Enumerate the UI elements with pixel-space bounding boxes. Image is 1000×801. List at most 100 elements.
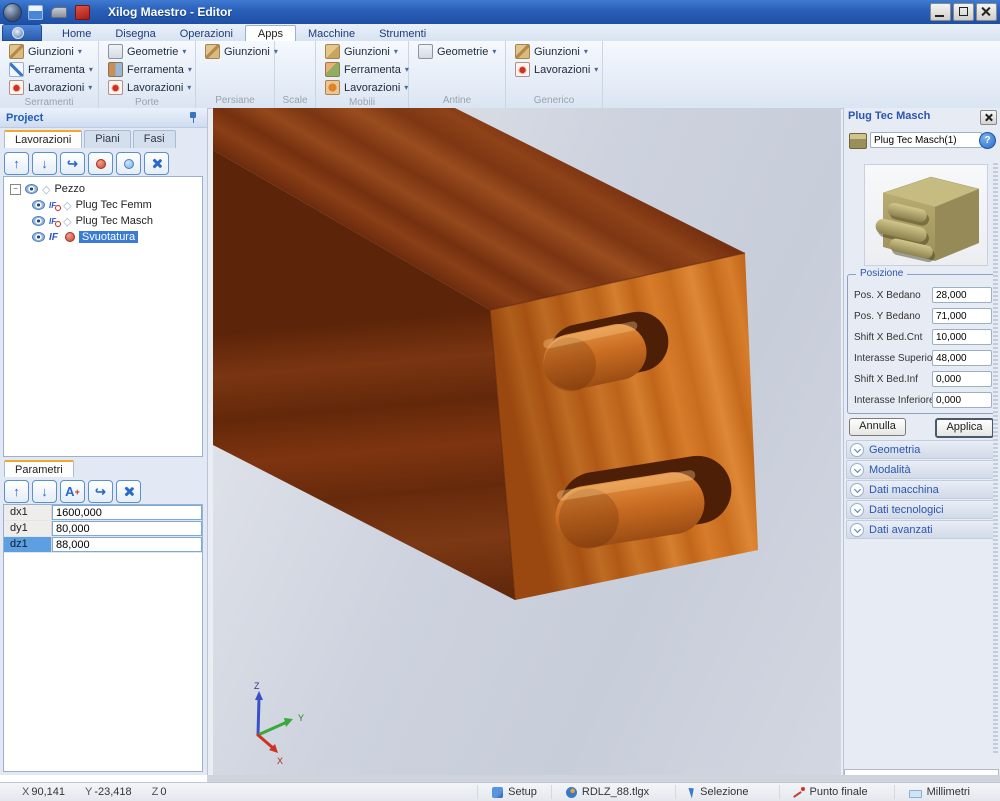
- tree-item-plug-tec-masch[interactable]: IF ◇ Plug Tec Masch: [4, 213, 202, 229]
- tab-operazioni[interactable]: Operazioni: [168, 26, 245, 41]
- geometrie-icon: [108, 44, 123, 59]
- undo-icon[interactable]: [51, 7, 67, 18]
- param-name[interactable]: dy1: [4, 521, 52, 536]
- operation-name-input[interactable]: [870, 132, 982, 148]
- tree-label: Plug Tec Masch: [76, 215, 153, 227]
- export-button[interactable]: ↪: [60, 152, 85, 175]
- close-button[interactable]: [976, 3, 997, 21]
- tab-fasi[interactable]: Fasi: [133, 130, 176, 148]
- field-label: Pos. Y Bedano: [854, 311, 920, 322]
- document-icon[interactable]: [75, 5, 90, 20]
- workpiece-3d-beam[interactable]: Z Y X: [213, 108, 841, 775]
- save-icon[interactable]: [28, 5, 43, 20]
- serramenti-lavorazioni-button[interactable]: Lavorazioni▾: [6, 79, 92, 96]
- mobili-giunzioni-button[interactable]: Giunzioni▾: [322, 43, 402, 60]
- section-dati-macchina[interactable]: Dati macchina: [846, 480, 998, 499]
- ribbon-group-mobili: Giunzioni▾ Ferramenta▾ Lavorazioni▾ Mobi…: [316, 41, 409, 108]
- param-delete-button[interactable]: [116, 480, 141, 503]
- param-row[interactable]: dx1: [4, 505, 202, 521]
- param-down-button[interactable]: ↓: [32, 480, 57, 503]
- if-condition-icon: IF: [49, 217, 56, 226]
- shift-x-bed-inf-input[interactable]: [932, 371, 992, 387]
- tree-item-pezzo[interactable]: − ◇ Pezzo: [4, 181, 202, 197]
- tab-piani[interactable]: Piani: [84, 130, 130, 148]
- param-row[interactable]: dy1: [4, 521, 202, 537]
- serramenti-giunzioni-button[interactable]: Giunzioni▾: [6, 43, 92, 60]
- tab-lavorazioni[interactable]: Lavorazioni: [4, 130, 82, 148]
- mobili-ferramenta-button[interactable]: Ferramenta▾: [322, 61, 402, 78]
- applica-button[interactable]: Applica: [935, 418, 994, 438]
- shift-x-bed-cnt-input[interactable]: [932, 329, 992, 345]
- delete-button[interactable]: [144, 152, 169, 175]
- field-label: Shift X Bed.Cnt: [854, 332, 922, 343]
- lamp-on-button[interactable]: [116, 152, 141, 175]
- section-geometria[interactable]: Geometria: [846, 440, 998, 459]
- tab-home[interactable]: Home: [50, 26, 103, 41]
- interasse-inferiore-input[interactable]: [932, 392, 992, 408]
- minimize-button[interactable]: [930, 3, 951, 21]
- antine-geometrie-button[interactable]: Geometrie▾: [415, 43, 499, 60]
- section-dati-tecnologici[interactable]: Dati tecnologici: [846, 500, 998, 519]
- tab-disegna[interactable]: Disegna: [103, 26, 167, 41]
- porte-geometrie-button[interactable]: Geometrie▾: [105, 43, 189, 60]
- blue-bulb-icon: [124, 159, 134, 169]
- viewport-3d[interactable]: Z Y X: [213, 108, 841, 775]
- chevron-down-icon: ▾: [394, 47, 398, 56]
- param-up-button[interactable]: ↑: [4, 480, 29, 503]
- tree-item-plug-tec-femm[interactable]: IF ◇ Plug Tec Femm: [4, 197, 202, 213]
- interasse-superiore-input[interactable]: [932, 350, 992, 366]
- move-down-button[interactable]: ↓: [32, 152, 57, 175]
- tab-parametri[interactable]: Parametri: [4, 460, 74, 477]
- tab-apps[interactable]: Apps: [245, 25, 296, 41]
- move-up-button[interactable]: ↑: [4, 152, 29, 175]
- help-icon[interactable]: ?: [979, 132, 996, 149]
- porte-lavorazioni-button[interactable]: Lavorazioni▾: [105, 79, 189, 96]
- section-modalita[interactable]: Modalità: [846, 460, 998, 479]
- annulla-button[interactable]: Annulla: [849, 418, 906, 436]
- field-label: Shift X Bed.Inf: [854, 374, 918, 385]
- param-export-button[interactable]: ↪: [88, 480, 113, 503]
- status-filename[interactable]: RDLZ_88.tlgx: [551, 785, 675, 799]
- tab-strumenti[interactable]: Strumenti: [367, 26, 438, 41]
- lamp-off-button[interactable]: [88, 152, 113, 175]
- application-menu-button[interactable]: ▾: [2, 24, 42, 41]
- generico-lavorazioni-button[interactable]: Lavorazioni▾: [512, 61, 596, 78]
- restore-button[interactable]: [953, 3, 974, 21]
- tree-label: Plug Tec Femm: [76, 199, 152, 211]
- pos-y-bedano-input[interactable]: [932, 308, 992, 324]
- pos-x-bedano-input[interactable]: [932, 287, 992, 303]
- status-millimetri[interactable]: Millimetri: [894, 785, 1000, 799]
- porte-ferramenta-button[interactable]: Ferramenta▾: [105, 61, 189, 78]
- param-name-selected[interactable]: dz1: [4, 537, 52, 552]
- serramenti-ferramenta-button[interactable]: Ferramenta▾: [6, 61, 92, 78]
- status-punto-finale[interactable]: Punto finale: [779, 785, 894, 799]
- giunzioni-icon: [515, 44, 530, 59]
- status-selezione[interactable]: Selezione: [675, 785, 778, 799]
- persiane-giunzioni-button[interactable]: Giunzioni▾: [202, 43, 268, 60]
- mobili-lavorazioni-button[interactable]: Lavorazioni▾: [322, 79, 402, 96]
- panel-close-icon[interactable]: [980, 110, 997, 125]
- collapse-icon[interactable]: −: [10, 184, 21, 195]
- param-value-input[interactable]: [52, 537, 202, 552]
- generico-giunzioni-button[interactable]: Giunzioni▾: [512, 43, 596, 60]
- visibility-eye-icon[interactable]: [32, 200, 45, 210]
- status-setup[interactable]: Setup: [477, 785, 551, 799]
- param-value-input[interactable]: [52, 521, 202, 536]
- if-condition-icon: IF: [49, 232, 58, 243]
- pin-icon[interactable]: [189, 112, 197, 123]
- visibility-eye-icon[interactable]: [32, 232, 45, 242]
- visibility-eye-icon[interactable]: [25, 184, 38, 194]
- app-logo-icon[interactable]: [3, 3, 22, 22]
- cursor-icon: [689, 786, 697, 798]
- param-value-input[interactable]: [52, 505, 202, 520]
- param-name[interactable]: dx1: [4, 505, 52, 520]
- visibility-eye-icon[interactable]: [32, 216, 45, 226]
- section-dati-avanzati[interactable]: Dati avanzati: [846, 520, 998, 539]
- param-row[interactable]: dz1: [4, 537, 202, 553]
- add-param-button[interactable]: A+: [60, 480, 85, 503]
- tab-macchine[interactable]: Macchine: [296, 26, 367, 41]
- chevron-down-icon: ▾: [584, 47, 588, 56]
- lavorazioni-icon: [9, 80, 24, 95]
- panel-scrollbar[interactable]: [993, 163, 998, 755]
- tree-item-svuotatura[interactable]: IF Svuotatura: [4, 229, 202, 245]
